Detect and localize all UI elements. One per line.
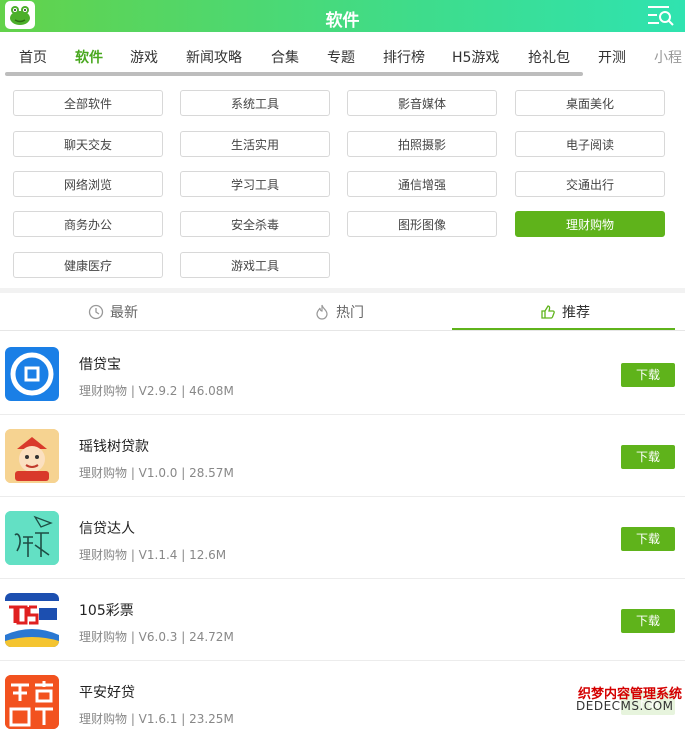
app-name[interactable]: 瑶钱树贷款 xyxy=(79,436,149,456)
category-communication[interactable]: 通信增强 xyxy=(347,171,497,197)
download-button[interactable]: 下载 xyxy=(621,609,675,633)
tab-recommended[interactable]: 推荐 xyxy=(452,294,678,330)
category-photography[interactable]: 拍照摄影 xyxy=(347,131,497,157)
app-meta: 理财购物 | V1.0.0 | 28.57M xyxy=(79,466,234,480)
nav-topics[interactable]: 专题 xyxy=(327,47,355,67)
app-meta: 理财购物 | V6.0.3 | 24.72M xyxy=(79,630,234,644)
category-desktop[interactable]: 桌面美化 xyxy=(515,90,665,116)
category-all[interactable]: 全部软件 xyxy=(13,90,163,116)
lottery-105-icon[interactable] xyxy=(5,593,59,647)
app-name[interactable]: 借贷宝 xyxy=(79,354,121,374)
category-media[interactable]: 影音媒体 xyxy=(347,90,497,116)
pingan-icon[interactable] xyxy=(5,675,59,729)
nav-software[interactable]: 软件 xyxy=(75,47,103,67)
app-name[interactable]: 105彩票 xyxy=(79,600,134,620)
app-name[interactable]: 信贷达人 xyxy=(79,518,135,538)
yaoqianshu-icon[interactable] xyxy=(5,429,59,483)
xindai-icon[interactable] xyxy=(5,511,59,565)
nav-h5-games[interactable]: H5游戏 xyxy=(452,47,499,67)
category-browser[interactable]: 网络浏览 xyxy=(13,171,163,197)
menu-search-icon xyxy=(648,6,674,26)
list-item[interactable]: 瑶钱树贷款 理财购物 | V1.0.0 | 28.57M 下载 xyxy=(0,415,685,497)
page-title: 软件 xyxy=(325,11,360,31)
tab-recommended-label: 推荐 xyxy=(562,305,590,321)
tab-hot[interactable]: 热门 xyxy=(226,294,452,330)
category-ebook[interactable]: 电子阅读 xyxy=(515,131,665,157)
download-button[interactable]: 下载 xyxy=(621,445,675,469)
category-system-tools[interactable]: 系统工具 xyxy=(180,90,330,116)
tab-bar-border xyxy=(0,330,685,331)
jiedaibao-icon[interactable] xyxy=(5,347,59,401)
nav-collections[interactable]: 合集 xyxy=(271,47,299,67)
nav-scrollbar[interactable] xyxy=(5,72,583,76)
app-meta: 理财购物 | V1.6.1 | 23.25M xyxy=(79,712,234,726)
nav-mini-programs[interactable]: 小程 xyxy=(654,47,682,67)
nav-rankings[interactable]: 排行榜 xyxy=(383,47,425,67)
tab-latest[interactable]: 最新 xyxy=(0,294,226,330)
category-chat[interactable]: 聊天交友 xyxy=(13,131,163,157)
list-item[interactable]: 105彩票 理财购物 | V6.0.3 | 24.72M 下载 xyxy=(0,579,685,661)
list-item[interactable]: 借贷宝 理财购物 | V2.9.2 | 46.08M 下载 xyxy=(0,333,685,415)
category-business[interactable]: 商务办公 xyxy=(13,211,163,237)
tab-hot-label: 热门 xyxy=(336,305,364,321)
nav-home[interactable]: 首页 xyxy=(19,47,47,67)
category-security[interactable]: 安全杀毒 xyxy=(180,211,330,237)
clock-icon xyxy=(88,304,104,320)
menu-search-button[interactable] xyxy=(647,4,675,28)
thumbs-up-icon xyxy=(540,304,556,320)
category-learning[interactable]: 学习工具 xyxy=(180,171,330,197)
tab-latest-label: 最新 xyxy=(110,305,138,321)
nav-news-guides[interactable]: 新闻攻略 xyxy=(186,47,242,67)
top-header: 软件 xyxy=(0,0,685,32)
app-name[interactable]: 平安好贷 xyxy=(79,682,135,702)
nav-beta-tests[interactable]: 开测 xyxy=(598,47,626,67)
flame-icon xyxy=(314,304,330,320)
category-game-tools[interactable]: 游戏工具 xyxy=(180,252,330,278)
category-graphics[interactable]: 图形图像 xyxy=(347,211,497,237)
download-button[interactable]: 下载 xyxy=(621,527,675,551)
category-lifestyle[interactable]: 生活实用 xyxy=(180,131,330,157)
category-health[interactable]: 健康医疗 xyxy=(13,252,163,278)
section-divider xyxy=(0,288,685,293)
app-meta: 理财购物 | V1.1.4 | 12.6M xyxy=(79,548,227,562)
nav-gift-packs[interactable]: 抢礼包 xyxy=(528,47,570,67)
category-travel[interactable]: 交通出行 xyxy=(515,171,665,197)
category-finance-shopping[interactable]: 理财购物 xyxy=(515,211,665,237)
active-tab-indicator xyxy=(452,328,675,330)
watermark-domain: DEDECMS.COM xyxy=(576,699,674,713)
app-meta: 理财购物 | V2.9.2 | 46.08M xyxy=(79,384,234,398)
download-button[interactable]: 下载 xyxy=(621,363,675,387)
nav-games[interactable]: 游戏 xyxy=(130,47,158,67)
list-item[interactable]: 信贷达人 理财购物 | V1.1.4 | 12.6M 下载 xyxy=(0,497,685,579)
